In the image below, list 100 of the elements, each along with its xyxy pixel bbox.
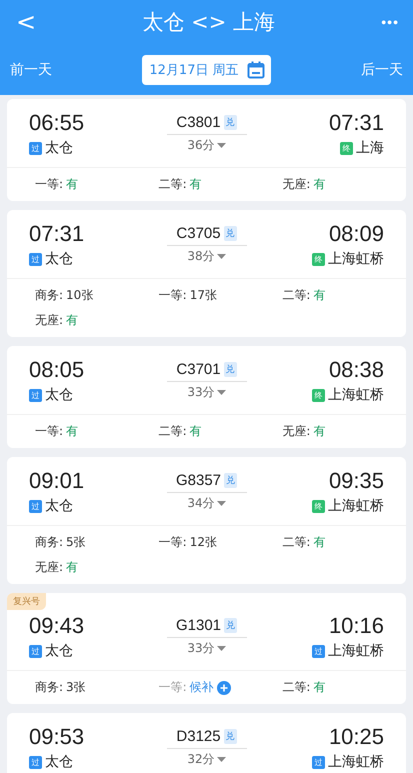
departure-station: 太仓 — [45, 497, 73, 515]
arrival-station: 上海虹桥 — [328, 250, 384, 268]
exchange-badge: 兑 — [224, 729, 237, 744]
duration: 38分 — [187, 248, 215, 265]
train-card[interactable]: 09:01 过 太仓 G8357 兑 34分 09:35 终 上海虹桥 商务: 5张 一等: 12张 二等: 有 无座: 有 — [7, 457, 406, 584]
departure-time: 08:05 — [29, 357, 84, 383]
arrival-time: 08:38 — [328, 357, 384, 383]
seat-class: 无座: — [282, 176, 310, 193]
train-card[interactable]: 复兴号 09:43 过 太仓 G1301 兑 33分 10:16 过 上海虹桥 商务: 3张 一等: 候补 二等: 有 — [7, 593, 406, 704]
departure-time: 09:53 — [29, 724, 84, 750]
seat-class: 商务: — [35, 679, 64, 696]
arrival-station: 上海虹桥 — [328, 753, 384, 771]
departure-station: 太仓 — [45, 753, 73, 771]
departure-station: 太仓 — [45, 386, 73, 404]
station-badge: 过 — [29, 644, 42, 658]
station-badge: 终 — [340, 142, 353, 154]
seat-class: 二等: — [158, 176, 187, 193]
calendar-icon — [246, 60, 265, 78]
seat-availability: 有 — [66, 423, 78, 440]
dropdown-caret-icon[interactable] — [216, 646, 226, 651]
seat-availability: 5张 — [66, 534, 86, 551]
duration: 36分 — [187, 137, 215, 154]
seat-class: 一等: — [158, 534, 187, 551]
seat-class: 无座: — [35, 312, 64, 329]
dropdown-caret-icon[interactable] — [216, 501, 226, 506]
seat-availability: 3张 — [66, 679, 86, 696]
seat-availability: 有 — [313, 287, 326, 304]
departure-station: 太仓 — [45, 139, 73, 157]
dropdown-caret-icon[interactable] — [216, 390, 226, 395]
seat-availability: 12张 — [190, 534, 217, 551]
dropdown-caret-icon[interactable] — [216, 143, 226, 148]
seat-availability: 17张 — [190, 287, 217, 304]
train-card[interactable]: 08:05 过 太仓 C3701 兑 33分 08:38 终 上海虹桥 一等: 有 二等: 有 无座: 有 — [7, 346, 406, 448]
date-picker[interactable]: 12月17日 周五 — [142, 54, 271, 84]
seat-class: 商务: — [35, 287, 64, 304]
departure-time: 09:01 — [29, 468, 84, 494]
seat-class: 一等: — [158, 287, 187, 304]
train-type-tag: 复兴号 — [7, 593, 46, 610]
seat-availability: 有 — [190, 176, 202, 193]
arrival-time: 10:25 — [328, 724, 384, 750]
station-badge: 过 — [29, 388, 42, 402]
train-number: C3701 — [176, 361, 221, 378]
departure-station: 太仓 — [45, 642, 73, 660]
seat-class: 一等: — [35, 423, 64, 440]
station-badge: 过 — [312, 644, 325, 658]
seat-class: 商务: — [35, 534, 64, 551]
duration: 34分 — [187, 495, 215, 512]
station-badge: 过 — [312, 756, 325, 768]
duration: 33分 — [187, 640, 215, 657]
dropdown-caret-icon[interactable] — [216, 757, 226, 762]
departure-time: 06:55 — [29, 110, 84, 136]
exchange-badge: 兑 — [224, 473, 238, 488]
seat-availability: 10张 — [66, 287, 94, 304]
seat-availability: 有 — [190, 423, 202, 440]
seat-class: 二等: — [282, 534, 310, 551]
duration: 32分 — [187, 751, 215, 768]
train-number: C3801 — [176, 114, 221, 131]
arrival-station: 上海虹桥 — [328, 642, 384, 660]
seat-availability: 有 — [313, 534, 326, 551]
station-badge: 过 — [29, 500, 42, 512]
seat-availability: 有 — [313, 423, 326, 440]
departure-station: 太仓 — [45, 250, 73, 268]
station-badge: 终 — [312, 500, 325, 512]
seat-class: 一等: — [158, 679, 187, 696]
arrival-station: 上海 — [356, 139, 384, 157]
seat-class: 无座: — [35, 559, 64, 576]
station-badge: 过 — [29, 756, 42, 768]
seat-class: 二等: — [282, 287, 310, 304]
station-badge: 过 — [29, 252, 42, 266]
seat-availability: 有 — [313, 679, 326, 696]
arrival-time: 10:16 — [328, 613, 384, 639]
route-title: 太仓 <> 上海 — [142, 9, 275, 36]
dropdown-caret-icon[interactable] — [216, 254, 226, 259]
departure-time: 09:43 — [29, 613, 84, 639]
duration: 33分 — [187, 384, 215, 401]
station-badge: 过 — [29, 142, 42, 154]
train-card[interactable]: 06:55 过 太仓 C3801 兑 36分 07:31 终 上海 一等: 有 二等: 有 无座: 有 — [7, 99, 406, 201]
seat-availability[interactable]: 候补 — [190, 675, 214, 700]
train-number: G1301 — [176, 617, 222, 634]
exchange-badge: 兑 — [224, 362, 237, 377]
exchange-badge: 兑 — [224, 618, 238, 633]
arrival-time: 08:09 — [328, 221, 384, 247]
seat-class: 二等: — [158, 423, 187, 440]
arrival-station: 上海虹桥 — [328, 497, 384, 515]
seat-class: 无座: — [282, 423, 310, 440]
seat-class: 一等: — [35, 176, 64, 193]
train-number: D3125 — [176, 728, 221, 745]
seat-class: 二等: — [282, 679, 310, 696]
train-number: G8357 — [176, 472, 222, 489]
seat-availability: 有 — [66, 312, 78, 329]
seat-availability: 有 — [66, 559, 78, 576]
arrival-time: 09:35 — [328, 468, 384, 494]
add-icon[interactable] — [216, 680, 231, 694]
train-card[interactable]: 07:31 过 太仓 C3705 兑 38分 08:09 终 上海虹桥 商务: 10张 一等: 17张 二等: 有 无座: 有 — [7, 210, 406, 337]
station-badge: 终 — [312, 252, 325, 266]
station-badge: 终 — [312, 388, 325, 402]
seat-availability: 有 — [66, 176, 78, 193]
exchange-badge: 兑 — [224, 226, 237, 241]
train-card[interactable]: 09:53 过 太仓 D3125 兑 32分 10:25 过 上海虹桥 — [7, 713, 406, 773]
arrival-station: 上海虹桥 — [328, 386, 384, 404]
